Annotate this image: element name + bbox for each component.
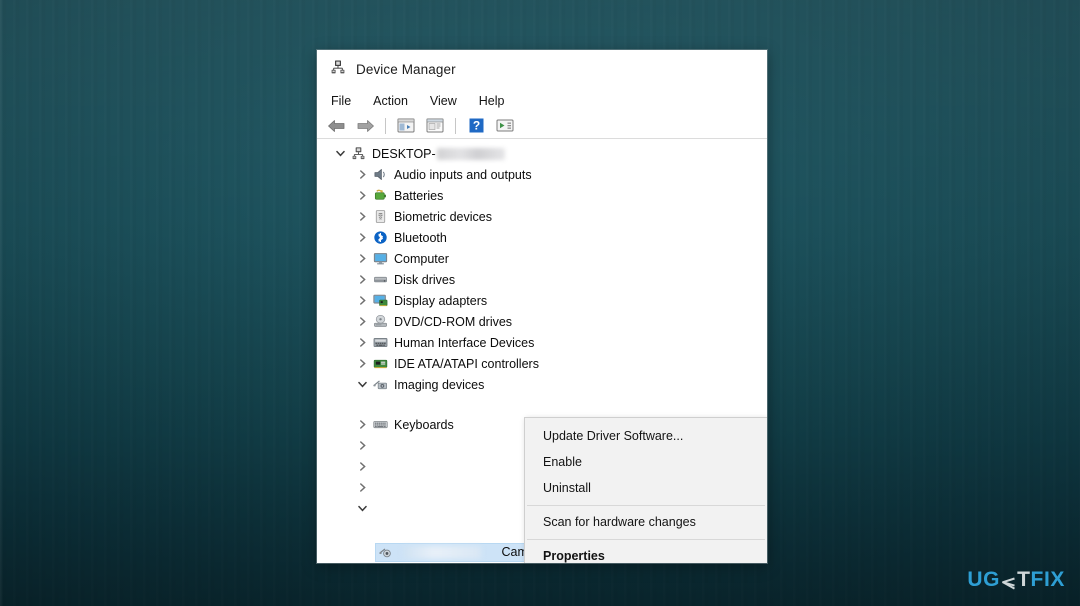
tree-label: DVD/CD-ROM drives xyxy=(394,314,513,329)
tree-row-bluetooth[interactable]: Bluetooth xyxy=(317,227,767,248)
bluetooth-icon xyxy=(371,230,390,245)
tree-label: Disk drives xyxy=(394,272,456,287)
chevron-right-icon[interactable] xyxy=(353,462,371,471)
tree-label: Biometric devices xyxy=(394,209,492,224)
tree-label: Display adapters xyxy=(394,293,488,308)
tree-row-disk-drives[interactable]: Disk drives xyxy=(317,269,767,290)
menu-item-uninstall[interactable]: Uninstall xyxy=(525,475,767,501)
window-titlebar: Device Manager xyxy=(317,50,767,88)
chevron-right-icon[interactable] xyxy=(353,296,371,305)
tree-row-computer[interactable]: Computer xyxy=(317,248,767,269)
menu-view[interactable]: View xyxy=(430,92,469,110)
back-icon[interactable] xyxy=(323,115,349,137)
keyboard-icon xyxy=(371,417,390,432)
chevron-right-icon[interactable] xyxy=(353,441,371,450)
biometric-icon xyxy=(371,209,390,224)
tree-label: Imaging devices xyxy=(394,377,485,392)
tree-row-biometric[interactable]: Biometric devices xyxy=(317,206,767,227)
show-hide-console-tree-icon[interactable] xyxy=(393,115,419,137)
tree-root-label: DESKTOP- xyxy=(372,146,436,161)
ide-controller-icon xyxy=(371,356,390,371)
chevron-right-icon[interactable] xyxy=(353,359,371,368)
hid-icon xyxy=(371,335,390,350)
device-manager-icon xyxy=(330,59,346,80)
tree-row-root[interactable]: DESKTOP- xyxy=(317,143,767,164)
menu-item-properties[interactable]: Properties xyxy=(525,543,767,563)
tree-label: Human Interface Devices xyxy=(394,335,535,350)
display-adapter-icon xyxy=(371,293,390,308)
tree-label: Keyboards xyxy=(394,417,454,432)
watermark-e-glyph-icon xyxy=(1001,573,1016,589)
tree-row-dvd-drives[interactable]: DVD/CD-ROM drives xyxy=(317,311,767,332)
svg-text:?: ? xyxy=(472,119,479,133)
tree-row-audio[interactable]: Audio inputs and outputs xyxy=(317,164,767,185)
menu-item-scan-for-hardware-changes[interactable]: Scan for hardware changes xyxy=(525,509,767,535)
toolbar-separator-2 xyxy=(455,117,456,134)
context-menu[interactable]: Update Driver Software... Enable Uninsta… xyxy=(525,418,767,563)
forward-icon[interactable] xyxy=(352,115,378,137)
tree-label: IDE ATA/ATAPI controllers xyxy=(394,356,539,371)
menubar: File Action View Help xyxy=(317,88,767,113)
menu-file[interactable]: File xyxy=(331,92,363,110)
chevron-right-icon[interactable] xyxy=(353,483,371,492)
window-title: Device Manager xyxy=(356,61,456,77)
disk-drive-icon xyxy=(371,272,390,287)
chevron-right-icon[interactable] xyxy=(353,420,371,429)
tree-label: Batteries xyxy=(394,188,444,203)
chevron-right-icon[interactable] xyxy=(353,254,371,263)
chevron-right-icon[interactable] xyxy=(353,212,371,221)
chevron-down-icon[interactable] xyxy=(331,149,349,158)
chevron-down-icon[interactable] xyxy=(353,380,371,389)
monitor-icon xyxy=(371,251,390,266)
menu-item-enable[interactable]: Enable xyxy=(525,449,767,475)
help-icon[interactable]: ? xyxy=(463,115,489,137)
tree-label: Audio inputs and outputs xyxy=(394,167,532,182)
menu-action[interactable]: Action xyxy=(373,92,420,110)
chevron-right-icon[interactable] xyxy=(353,233,371,242)
toolbar: ? xyxy=(317,113,767,139)
watermark-part-1: UG xyxy=(967,568,1001,591)
watermark-part-2: T xyxy=(1017,568,1031,591)
imaging-device-icon xyxy=(371,377,390,392)
device-manager-window: Device Manager File Action View Help ? D… xyxy=(317,50,767,563)
context-menu-separator-1 xyxy=(527,505,765,506)
speaker-icon xyxy=(371,167,390,182)
camera-device-icon xyxy=(379,545,394,562)
tree-label: Bluetooth xyxy=(394,230,447,245)
tree-label: Computer xyxy=(394,251,449,266)
redacted-camera-name xyxy=(403,546,481,559)
tree-row-imaging-devices[interactable]: Imaging devices xyxy=(317,374,767,395)
battery-icon xyxy=(371,188,390,203)
menu-item-update-driver-software[interactable]: Update Driver Software... xyxy=(525,423,767,449)
tree-row-hid[interactable]: Human Interface Devices xyxy=(317,332,767,353)
tree-row-display-adapters[interactable]: Display adapters xyxy=(317,290,767,311)
tree-row-batteries[interactable]: Batteries xyxy=(317,185,767,206)
dvd-drive-icon xyxy=(371,314,390,329)
chevron-right-icon[interactable] xyxy=(353,191,371,200)
redacted-computer-name xyxy=(436,147,505,160)
ugetfix-watermark: UG T FIX xyxy=(967,568,1065,592)
chevron-right-icon[interactable] xyxy=(353,170,371,179)
scan-hardware-changes-icon[interactable] xyxy=(492,115,518,137)
toolbar-separator-1 xyxy=(385,117,386,134)
menu-help[interactable]: Help xyxy=(479,92,517,110)
properties-icon[interactable] xyxy=(422,115,448,137)
tree-row-ide-controllers[interactable]: IDE ATA/ATAPI controllers xyxy=(317,353,767,374)
watermark-part-3: FIX xyxy=(1030,568,1065,591)
chevron-right-icon[interactable] xyxy=(353,317,371,326)
background-edge-highlight xyxy=(0,0,3,606)
computer-node-icon xyxy=(349,146,368,161)
context-menu-separator-2 xyxy=(527,539,765,540)
chevron-right-icon[interactable] xyxy=(353,275,371,284)
chevron-down-icon[interactable] xyxy=(353,504,371,513)
chevron-right-icon[interactable] xyxy=(353,338,371,347)
